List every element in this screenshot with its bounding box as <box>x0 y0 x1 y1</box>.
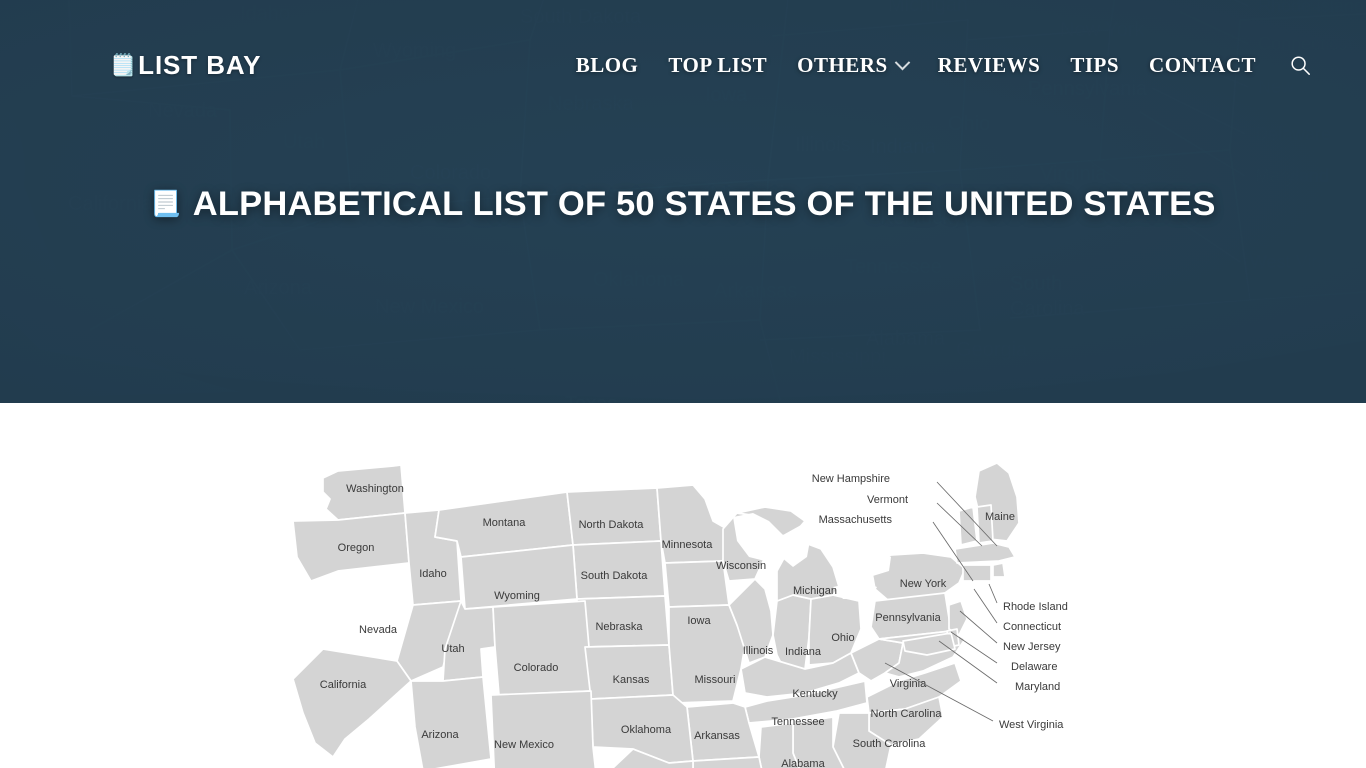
nav-item-reviews[interactable]: REVIEWS <box>923 47 1056 84</box>
nav-item-contact[interactable]: CONTACT <box>1134 47 1271 84</box>
state-label: Kansas <box>613 674 650 686</box>
nav-item-label: TIPS <box>1070 53 1120 77</box>
state-label: Indiana <box>785 646 822 658</box>
nav-item-label: REVIEWS <box>937 53 1041 77</box>
state-label: Nebraska <box>595 621 643 633</box>
state-label: Nevada <box>359 624 398 636</box>
state-label: Tennessee <box>771 716 824 728</box>
state-label: North Dakota <box>579 519 645 531</box>
nav-item-tips[interactable]: TIPS <box>1055 47 1134 84</box>
chevron-down-icon <box>894 54 910 71</box>
nav-item-blog[interactable]: BLOG <box>561 47 654 84</box>
state-label: Kentucky <box>792 688 838 700</box>
site-logo[interactable]: 🗒️ LIST BAY <box>110 50 261 81</box>
state-label: Alabama <box>781 758 825 768</box>
state-label: Washington <box>346 483 404 495</box>
state-label: Wyoming <box>494 590 540 602</box>
state-label: Wisconsin <box>716 560 766 572</box>
state-label: Iowa <box>687 615 711 627</box>
state-label: Missouri <box>695 674 736 686</box>
main-content: .st { fill:#d4d4d4; stroke:#ffffff; stro… <box>0 403 1366 768</box>
nav-item-top-list[interactable]: TOP LIST <box>653 47 782 84</box>
site-logo-text: LIST BAY <box>138 50 262 80</box>
search-icon <box>1290 56 1310 75</box>
state-label: Montana <box>483 517 527 529</box>
page-title-text: ALPHABETICAL LIST OF 50 STATES OF THE UN… <box>192 185 1216 223</box>
state-callout-label: Maryland <box>1015 681 1060 693</box>
state-label: Colorado <box>514 662 559 674</box>
state-label: Ohio <box>831 632 854 644</box>
state-label: South Carolina <box>853 738 927 750</box>
state-label: New Mexico <box>494 739 554 751</box>
nav-item-label: TOP LIST <box>668 53 768 77</box>
state-label: Oregon <box>338 542 375 554</box>
us-states-map-figure: .st { fill:#d4d4d4; stroke:#ffffff; stro… <box>40 441 1326 768</box>
page-title: 📃 ALPHABETICAL LIST OF 50 STATES OF THE … <box>150 185 1215 224</box>
us-states-map-svg: .st { fill:#d4d4d4; stroke:#ffffff; stro… <box>292 462 1068 768</box>
state-label: New York <box>900 578 947 590</box>
nav-item-label: BLOG <box>575 53 639 77</box>
state-callout-label: Delaware <box>1011 661 1057 673</box>
state-label: Utah <box>441 643 464 655</box>
state-callout-label: Massachusetts <box>819 514 893 526</box>
state-label: South Dakota <box>581 570 649 582</box>
hero-banner: .hb-fill { fill:#2f5066; } .hb-line { fi… <box>0 0 1366 403</box>
document-icon: 📃 <box>150 190 182 218</box>
nav-item-others[interactable]: OTHERS <box>782 47 923 84</box>
nav-item-label: OTHERS <box>797 53 888 77</box>
state-label: Idaho <box>419 568 447 580</box>
state-label: Arizona <box>421 729 459 741</box>
state-label: Michigan <box>793 585 837 597</box>
state-callout-label: West Virginia <box>999 719 1064 731</box>
state-callout-label: Connecticut <box>1003 621 1061 633</box>
state-callout-label: Vermont <box>867 494 908 506</box>
site-header: 🗒️ LIST BAY BLOG TOP LIST OTHERS REVIEWS… <box>0 0 1366 134</box>
state-label: California <box>320 679 367 691</box>
state-label: Maine <box>985 511 1015 523</box>
state-label: Pennsylvania <box>875 612 941 624</box>
leader-line <box>959 610 998 644</box>
state-label: Arkansas <box>694 730 740 742</box>
state-label: Illinois <box>743 645 774 657</box>
list-bay-logo-icon: 🗒️ <box>110 54 137 77</box>
search-button[interactable] <box>1280 46 1320 86</box>
state-label: Minnesota <box>662 539 714 551</box>
state-callout-label: Rhode Island <box>1003 601 1068 613</box>
leader-line <box>988 583 998 604</box>
nav-item-label: CONTACT <box>1149 53 1256 77</box>
main-navigation: BLOG TOP LIST OTHERS REVIEWS TIPS CONTAC… <box>561 46 1320 86</box>
state-callout-label: New Hampshire <box>812 473 890 485</box>
state-label: Virginia <box>890 678 927 690</box>
state-label: North Carolina <box>871 708 943 720</box>
state-callout-label: New Jersey <box>1003 641 1061 653</box>
state-label: Oklahoma <box>621 724 672 736</box>
